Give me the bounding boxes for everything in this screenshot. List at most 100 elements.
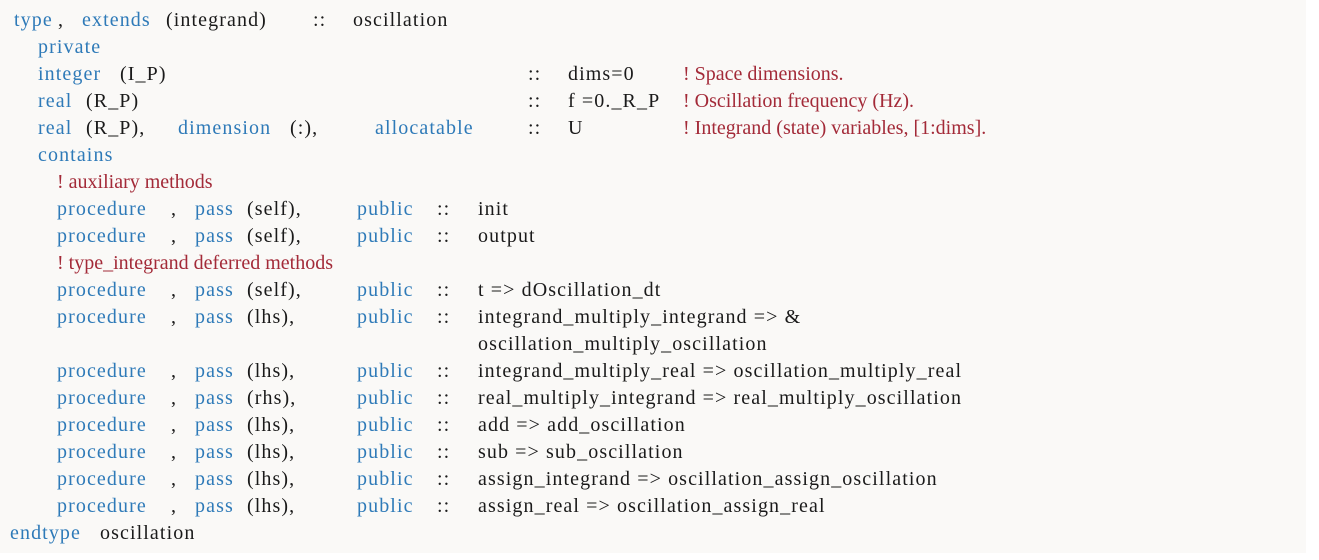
code-line: procedure, pass (lhs), public:: integrand_mu… — [0, 358, 1306, 385]
code-identifier: (R_P), — [86, 117, 146, 139]
code-keyword: public — [357, 441, 414, 463]
code-keyword: procedure — [57, 387, 147, 409]
code-keyword: public — [357, 414, 414, 436]
code-keyword: procedure — [57, 306, 147, 328]
code-keyword: real — [38, 117, 73, 139]
code-identifier: init — [478, 198, 510, 220]
code-keyword: public — [357, 468, 414, 490]
code-comment: ! auxiliary methods — [57, 171, 213, 193]
code-identifier: :: — [528, 117, 542, 139]
code-identifier: , — [171, 495, 178, 517]
code-identifier: real_multiply_integrand => real_multiply… — [478, 387, 963, 409]
code-keyword: contains — [38, 144, 114, 166]
code-identifier: :: — [437, 495, 451, 517]
code-line: procedure, pass (rhs), public:: real_multipl… — [0, 385, 1306, 412]
code-identifier: t => dOscillation_dt — [478, 279, 662, 301]
code-keyword: dimension — [178, 117, 272, 139]
code-identifier: integrand_multiply_integrand => & — [478, 306, 802, 328]
code-identifier: add => add_oscillation — [478, 414, 686, 436]
code-identifier: U — [568, 117, 584, 139]
code-identifier: , — [171, 360, 178, 382]
code-comment: ! Space dimensions. — [683, 63, 844, 85]
code-line: integer (I_P):: dims=0 ! Space dimensions. — [0, 61, 1306, 88]
code-keyword: procedure — [57, 279, 147, 301]
code-keyword: procedure — [57, 441, 147, 463]
code-identifier: :: — [528, 63, 542, 85]
code-identifier: , — [171, 414, 178, 436]
code-identifier: , — [171, 225, 178, 247]
code-identifier: assign_real => oscillation_assign_real — [478, 495, 826, 517]
code-keyword: real — [38, 90, 73, 112]
code-identifier: assign_integrand => oscillation_assign_o… — [478, 468, 938, 490]
code-identifier: sub => sub_oscillation — [478, 441, 684, 463]
code-keyword: pass — [195, 279, 234, 301]
code-identifier: :: — [437, 468, 451, 490]
code-keyword: extends — [82, 9, 151, 31]
code-identifier: (lhs), — [247, 468, 296, 490]
code-line: procedure, pass (lhs), public:: assign_integ… — [0, 466, 1306, 493]
code-line: procedure, pass (self), public:: init — [0, 196, 1306, 223]
code-listing: type, extends (integrand):: oscillation priv… — [0, 7, 1306, 547]
code-identifier: :: — [528, 90, 542, 112]
code-keyword: procedure — [57, 495, 147, 517]
code-identifier: :: — [313, 9, 327, 31]
code-identifier: oscillation — [353, 9, 449, 31]
code-line: procedure, pass (lhs), public:: sub => sub_o… — [0, 439, 1306, 466]
code-listing-screenshot: type, extends (integrand):: oscillation priv… — [0, 0, 1319, 560]
code-identifier: (self), — [247, 279, 302, 301]
code-keyword: procedure — [57, 360, 147, 382]
code-identifier: , — [58, 9, 65, 31]
code-identifier: :: — [437, 279, 451, 301]
code-keyword: public — [357, 306, 414, 328]
code-keyword: integer — [38, 63, 102, 85]
code-identifier: (self), — [247, 198, 302, 220]
code-identifier: :: — [437, 387, 451, 409]
code-comment: ! type_integrand deferred methods — [57, 252, 334, 274]
code-line: ! auxiliary methods — [0, 169, 1306, 196]
code-panel: type, extends (integrand):: oscillation priv… — [0, 0, 1306, 553]
code-keyword: pass — [195, 441, 234, 463]
code-line: procedure, pass (lhs), public:: assign_real … — [0, 493, 1306, 520]
code-keyword: pass — [195, 306, 234, 328]
code-line: procedure, pass (self), public:: t => dOscil… — [0, 277, 1306, 304]
code-identifier: (lhs), — [247, 495, 296, 517]
code-identifier: (R_P) — [86, 90, 140, 112]
code-identifier: , — [171, 198, 178, 220]
code-keyword: pass — [195, 468, 234, 490]
code-keyword: public — [357, 198, 414, 220]
code-line: endtype oscillation — [0, 520, 1306, 547]
code-keyword: pass — [195, 495, 234, 517]
code-line: type, extends (integrand):: oscillation — [0, 7, 1306, 34]
code-keyword: procedure — [57, 225, 147, 247]
code-identifier: integrand_multiply_real => oscillation_m… — [478, 360, 963, 382]
code-identifier: oscillation_multiply_oscillation — [478, 333, 768, 355]
code-identifier: (lhs), — [247, 306, 296, 328]
code-line: real (R_P), dimension (:), allocatable:: U ! I… — [0, 115, 1306, 142]
code-identifier: (integrand) — [166, 9, 267, 31]
code-keyword: pass — [195, 414, 234, 436]
code-identifier: , — [171, 279, 178, 301]
code-keyword: pass — [195, 387, 234, 409]
code-identifier: :: — [437, 225, 451, 247]
code-keyword: pass — [195, 360, 234, 382]
code-identifier: oscillation — [100, 522, 196, 544]
code-identifier: , — [171, 468, 178, 490]
code-comment: ! Oscillation frequency (Hz). — [683, 90, 915, 112]
code-identifier: (lhs), — [247, 441, 296, 463]
code-keyword: public — [357, 495, 414, 517]
code-keyword: public — [357, 387, 414, 409]
code-identifier: :: — [437, 414, 451, 436]
code-identifier: (lhs), — [247, 414, 296, 436]
code-identifier: (:), — [290, 117, 319, 139]
code-keyword: private — [38, 36, 102, 58]
code-keyword: public — [357, 360, 414, 382]
code-keyword: public — [357, 225, 414, 247]
code-keyword: public — [357, 279, 414, 301]
code-identifier: f =0._R_P — [568, 90, 661, 112]
code-identifier: (self), — [247, 225, 302, 247]
code-identifier: , — [171, 306, 178, 328]
code-identifier: , — [171, 387, 178, 409]
code-line: contains — [0, 142, 1306, 169]
code-line: procedure, pass (lhs), public:: add => add_o… — [0, 412, 1306, 439]
code-keyword: procedure — [57, 414, 147, 436]
